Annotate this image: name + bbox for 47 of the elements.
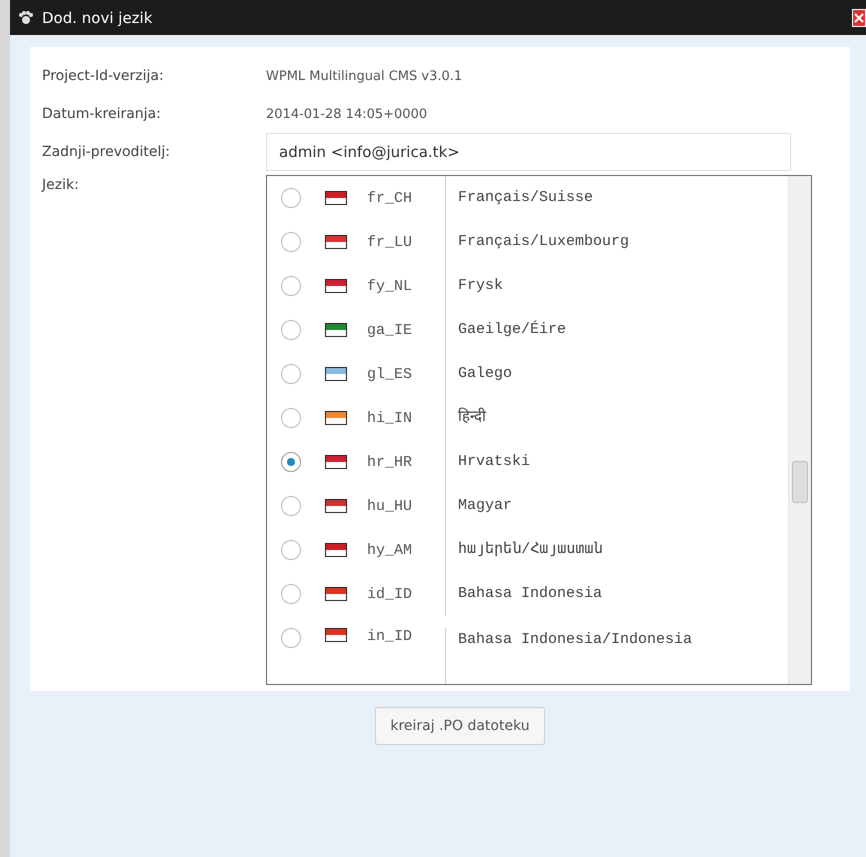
close-icon: [854, 12, 864, 22]
language-code: fr_LU: [367, 220, 446, 264]
language-code: fy_NL: [367, 264, 446, 308]
field-label: Jezik:: [42, 176, 80, 193]
radio-button[interactable]: [281, 188, 301, 208]
language-name: Hrvatski: [457, 452, 532, 472]
radio-button[interactable]: [281, 408, 301, 428]
language-name: Gaeilge/Éire: [457, 320, 568, 340]
radio-button[interactable]: [281, 232, 301, 252]
field-value: WPML Multilingual CMS v3.0.1: [266, 68, 462, 84]
language-code: gl_ES: [367, 352, 446, 396]
language-code: hu_HU: [367, 484, 446, 528]
radio-button[interactable]: [281, 320, 301, 340]
language-code: in_ID: [367, 628, 446, 684]
radio-button[interactable]: [281, 452, 301, 472]
scrollbar-thumb[interactable]: [792, 461, 808, 503]
radio-button[interactable]: [281, 364, 301, 384]
radio-button[interactable]: [281, 584, 301, 604]
language-name: Français/Suisse: [457, 188, 594, 208]
paw-icon: [18, 10, 34, 26]
field-label: Zadnji-prevoditelj:: [42, 144, 171, 160]
translator-input[interactable]: admin <info@jurica.tk>: [266, 133, 791, 171]
language-code: ga_IE: [367, 308, 446, 352]
radio-button[interactable]: [281, 276, 301, 296]
language-code: hi_IN: [367, 396, 446, 440]
field-label: Datum-kreiranja:: [42, 106, 162, 122]
language-name: Magyar: [457, 496, 514, 516]
language-code: hr_HR: [367, 440, 446, 484]
language-name: Frysk: [457, 276, 504, 296]
language-name: Bahasa Indonesia/Indonesia: [457, 630, 694, 650]
field-value: 2014-01-28 14:05+0000: [266, 106, 428, 122]
language-name: հայերեն/Հայաստան: [457, 540, 604, 560]
language-code: hy_AM: [367, 528, 446, 572]
radio-button[interactable]: [281, 540, 301, 560]
language-name: Galego: [457, 364, 514, 384]
field-label: Project-Id-verzija:: [42, 68, 165, 84]
scrollbar[interactable]: [788, 176, 811, 684]
language-name: हिन्दी: [457, 406, 488, 428]
window-title: Dod. novi jezik: [42, 8, 152, 26]
language-code: fr_CH: [367, 176, 446, 220]
radio-button[interactable]: [281, 496, 301, 516]
create-po-button[interactable]: kreiraj .PO datoteku: [375, 707, 545, 745]
radio-button[interactable]: [281, 628, 301, 648]
language-code: id_ID: [367, 572, 446, 616]
language-name: Français/Luxembourg: [457, 232, 630, 252]
close-button[interactable]: [852, 8, 866, 26]
language-name: Bahasa Indonesia: [457, 584, 604, 604]
